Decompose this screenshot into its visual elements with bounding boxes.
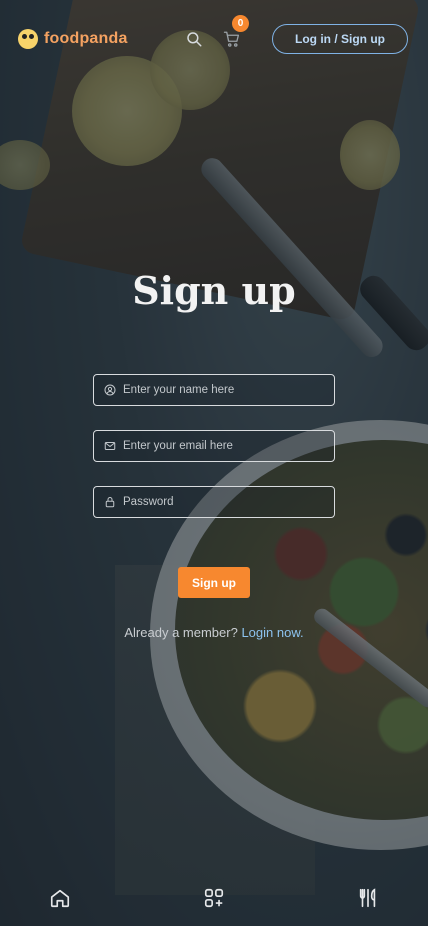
nav-categories[interactable] [202,886,226,910]
login-signup-button[interactable]: Log in / Sign up [272,24,408,54]
background-photo [0,0,428,926]
top-header: foodpanda 0 Log in / Sign up [0,0,428,78]
cart-button[interactable]: 0 [220,15,250,51]
nav-restaurants[interactable] [356,886,380,910]
email-input[interactable] [123,440,334,452]
email-field[interactable] [93,430,335,462]
home-icon [50,889,70,908]
search-icon [187,32,202,47]
name-field[interactable] [93,374,335,406]
grid-plus-icon [204,888,224,908]
password-input[interactable] [123,496,334,508]
logo-text: foodpanda [44,30,128,47]
login-prompt: Already a member? Login now. [0,625,428,640]
page-title: Sign up [132,268,296,313]
utensils-icon [359,888,376,908]
cart-count-badge: 0 [232,15,250,32]
bottom-nav [0,870,428,926]
login-now-link[interactable]: Login now. [241,625,303,640]
password-field[interactable] [93,486,335,518]
member-text: Already a member? [124,625,238,640]
search-button[interactable] [182,27,206,51]
cart-icon [223,31,240,47]
panda-logo-icon [18,29,38,49]
user-icon [104,384,116,396]
header-actions: 0 Log in / Sign up [182,15,408,54]
name-input[interactable] [123,384,334,396]
logo[interactable]: foodpanda [18,29,128,49]
lock-icon [105,497,115,508]
signup-button[interactable]: Sign up [178,567,250,598]
mail-icon [104,442,116,450]
nav-home[interactable] [48,886,72,910]
